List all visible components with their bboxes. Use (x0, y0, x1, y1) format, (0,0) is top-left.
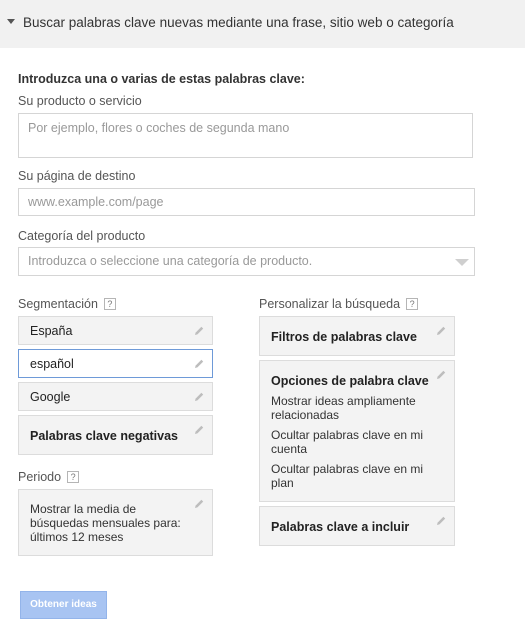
category-select[interactable]: Introduzca o seleccione una categoría de… (18, 247, 475, 276)
option-line: cuenta (271, 442, 308, 456)
negative-keywords-panel[interactable]: Palabras clave negativas (18, 415, 213, 455)
option-line: relacionadas (271, 408, 340, 422)
pencil-icon[interactable] (193, 358, 205, 370)
targeting-label-text: Segmentación (18, 297, 98, 311)
targeting-network[interactable]: Google (18, 382, 213, 411)
get-ideas-button[interactable]: Obtener ideas (20, 591, 107, 619)
product-textarea[interactable]: Por ejemplo, flores o coches de segunda … (18, 113, 473, 158)
keyword-options-title: Opciones de palabra clave (271, 374, 429, 388)
section-header[interactable]: Buscar palabras clave nuevas mediante un… (0, 0, 525, 48)
period-label-text: Periodo (18, 470, 62, 484)
period-line: Mostrar la media de (30, 502, 137, 516)
help-icon[interactable]: ? (67, 471, 80, 483)
option-line: plan (271, 476, 294, 490)
period-description: Mostrar la media de búsquedas mensuales … (30, 502, 181, 544)
keyword-option: Ocultar palabras clave en mi cuenta (271, 428, 423, 456)
category-placeholder: Introduzca o seleccione una categoría de… (28, 254, 313, 268)
pencil-icon[interactable] (193, 498, 205, 510)
help-icon[interactable]: ? (103, 298, 116, 310)
pencil-icon[interactable] (193, 391, 205, 403)
targeting-language[interactable]: español (18, 349, 213, 378)
location-value: España (30, 324, 73, 338)
period-line: últimos 12 meses (30, 530, 124, 544)
targeting-location[interactable]: España (18, 316, 213, 345)
keyword-option: Ocultar palabras clave en mi plan (271, 462, 423, 490)
keyword-filters-panel[interactable]: Filtros de palabras clave (259, 316, 455, 356)
pencil-icon[interactable] (435, 515, 447, 527)
landing-label: Su página de destino (18, 169, 136, 183)
targeting-label: Segmentación? (18, 297, 116, 311)
period-line: búsquedas mensuales para: (30, 516, 181, 530)
landing-page-input[interactable]: www.example.com/page (18, 188, 475, 216)
customize-label: Personalizar la búsqueda? (259, 297, 419, 311)
category-label: Categoría del producto (18, 229, 146, 243)
option-line: Mostrar ideas ampliamente (271, 394, 416, 408)
include-keywords-panel[interactable]: Palabras clave a incluir (259, 506, 455, 546)
language-value: español (30, 357, 74, 371)
period-label: Periodo? (18, 470, 80, 484)
option-line: Ocultar palabras clave en mi (271, 462, 424, 476)
dropdown-arrow-icon[interactable] (455, 259, 469, 266)
include-keywords-label: Palabras clave a incluir (271, 520, 410, 534)
network-value: Google (30, 390, 71, 404)
pencil-icon[interactable] (435, 369, 447, 381)
section-title: Buscar palabras clave nuevas mediante un… (23, 15, 454, 30)
period-panel[interactable]: Mostrar la media de búsquedas mensuales … (18, 489, 213, 556)
pencil-icon[interactable] (193, 424, 205, 436)
keyword-option: Mostrar ideas ampliamente relacionadas (271, 394, 416, 422)
help-icon[interactable]: ? (406, 298, 419, 310)
keyword-filters-label: Filtros de palabras clave (271, 330, 417, 344)
option-line: Ocultar palabras clave en mi (271, 428, 424, 442)
collapse-triangle-icon[interactable] (7, 19, 15, 24)
keyword-options-panel[interactable]: Opciones de palabra clave Mostrar ideas … (259, 360, 455, 502)
pencil-icon[interactable] (193, 325, 205, 337)
intro-heading: Introduzca una o varias de estas palabra… (18, 72, 305, 86)
customize-label-text: Personalizar la búsqueda (259, 297, 401, 311)
product-label: Su producto o servicio (18, 94, 142, 108)
negative-keywords-label: Palabras clave negativas (30, 429, 179, 443)
pencil-icon[interactable] (435, 325, 447, 337)
